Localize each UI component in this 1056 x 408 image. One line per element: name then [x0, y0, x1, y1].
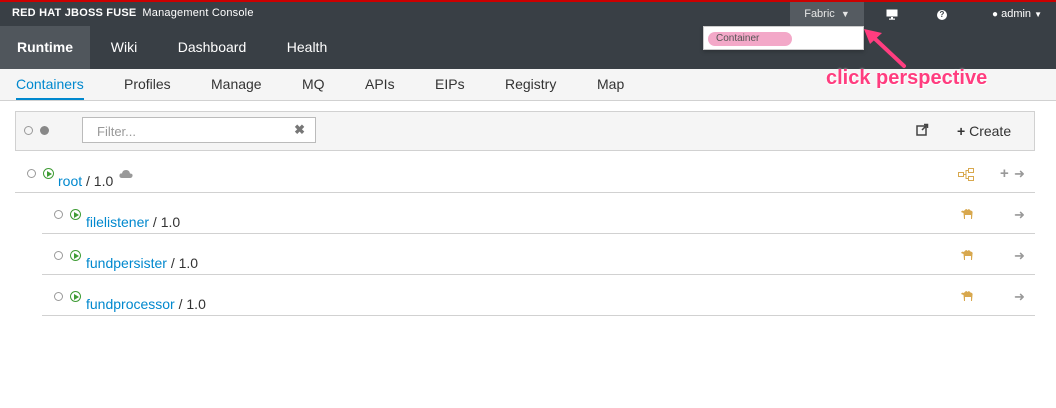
container-row-root[interactable]: root / 1.0 + ➜ — [15, 152, 1035, 193]
subtab-eips[interactable]: EIPs — [435, 69, 465, 100]
cloud-icon — [119, 166, 133, 184]
user-name: admin — [1001, 8, 1032, 20]
container-row-filelistener[interactable]: filelistener / 1.0 ➜ — [42, 193, 1035, 234]
row-select-checkbox[interactable] — [54, 251, 63, 260]
chevron-down-icon: ▼ — [1034, 10, 1043, 19]
container-version: / 1.0 — [170, 255, 199, 271]
help-icon[interactable]: ? — [932, 2, 952, 26]
subtab-profiles[interactable]: Profiles — [124, 69, 171, 100]
login-icon[interactable]: ➜ — [1014, 289, 1025, 305]
monitor-icon[interactable] — [880, 2, 904, 26]
annotation-label: click perspective — [826, 67, 988, 89]
login-icon[interactable]: ➜ — [1014, 166, 1025, 182]
running-status-icon — [70, 291, 81, 302]
login-icon[interactable]: ➜ — [1014, 207, 1025, 223]
share-icon[interactable] — [916, 123, 929, 141]
fabric-tree-icon[interactable] — [958, 168, 974, 186]
container-name-link[interactable]: filelistener / 1.0 — [86, 214, 180, 230]
row-select-checkbox[interactable] — [54, 292, 63, 301]
filter-box: ✖ — [82, 117, 316, 143]
containers-toolbar: ✖ + Create — [15, 111, 1035, 151]
select-all-icon[interactable] — [40, 126, 49, 135]
container-version: / 1.0 — [152, 214, 181, 230]
user-menu[interactable]: ● admin ▼ — [984, 2, 1050, 26]
camel-icon — [960, 248, 974, 264]
filter-input[interactable] — [95, 119, 299, 143]
tab-health[interactable]: Health — [274, 26, 340, 69]
perspective-option-container[interactable]: Container — [708, 32, 792, 46]
create-label: Create — [969, 123, 1012, 139]
camel-icon — [960, 207, 974, 223]
container-name: fundprocessor — [86, 296, 175, 312]
select-none-icon[interactable] — [24, 126, 33, 135]
container-name: fundpersister — [86, 255, 167, 271]
subtab-manage[interactable]: Manage — [211, 69, 262, 100]
help-label: ? — [937, 10, 947, 20]
container-name-link[interactable]: fundpersister / 1.0 — [86, 255, 198, 271]
brand-title: RED HAT JBOSS FUSE — [12, 7, 137, 19]
container-name-link[interactable]: root / 1.0 — [58, 173, 113, 189]
camel-icon — [960, 289, 974, 305]
chevron-down-icon: ▼ — [840, 9, 850, 19]
annotation-arrow-icon — [864, 29, 906, 68]
subtab-containers[interactable]: Containers — [16, 69, 84, 100]
subtab-mq[interactable]: MQ — [302, 69, 325, 100]
perspective-selector[interactable]: Fabric ▼ — [790, 2, 864, 26]
row-select-checkbox[interactable] — [27, 169, 36, 178]
perspective-dropdown: Container — [703, 26, 864, 50]
user-icon: ● — [991, 9, 999, 20]
subtab-map[interactable]: Map — [597, 69, 624, 100]
container-version: / 1.0 — [86, 173, 114, 189]
row-select-checkbox[interactable] — [54, 210, 63, 219]
add-child-icon[interactable]: + — [1000, 165, 1009, 182]
container-row-fundpersister[interactable]: fundpersister / 1.0 ➜ — [42, 234, 1035, 275]
brand-subtitle: Management Console — [142, 7, 254, 19]
login-icon[interactable]: ➜ — [1014, 248, 1025, 264]
subtab-apis[interactable]: APIs — [365, 69, 395, 100]
create-button[interactable]: + Create — [957, 123, 1011, 139]
container-row-fundprocessor[interactable]: fundprocessor / 1.0 ➜ — [42, 275, 1035, 316]
running-status-icon — [43, 168, 54, 179]
brand-logo: RED HAT JBOSS FUSE Management Console — [12, 7, 254, 19]
running-status-icon — [70, 250, 81, 261]
container-name-link[interactable]: fundprocessor / 1.0 — [86, 296, 206, 312]
tab-dashboard[interactable]: Dashboard — [166, 26, 258, 69]
running-status-icon — [70, 209, 81, 220]
top-bar: RED HAT JBOSS FUSE Management Console Fab… — [0, 0, 1056, 26]
container-name: root — [58, 173, 83, 189]
container-name: filelistener — [86, 214, 150, 230]
tab-runtime[interactable]: Runtime — [0, 26, 90, 69]
container-version: / 1.0 — [178, 296, 206, 312]
tab-wiki[interactable]: Wiki — [96, 26, 152, 69]
clear-filter-icon[interactable]: ✖ — [294, 122, 305, 138]
plus-icon: + — [957, 123, 966, 139]
perspective-label: Fabric — [804, 8, 835, 20]
subtab-registry[interactable]: Registry — [505, 69, 556, 100]
